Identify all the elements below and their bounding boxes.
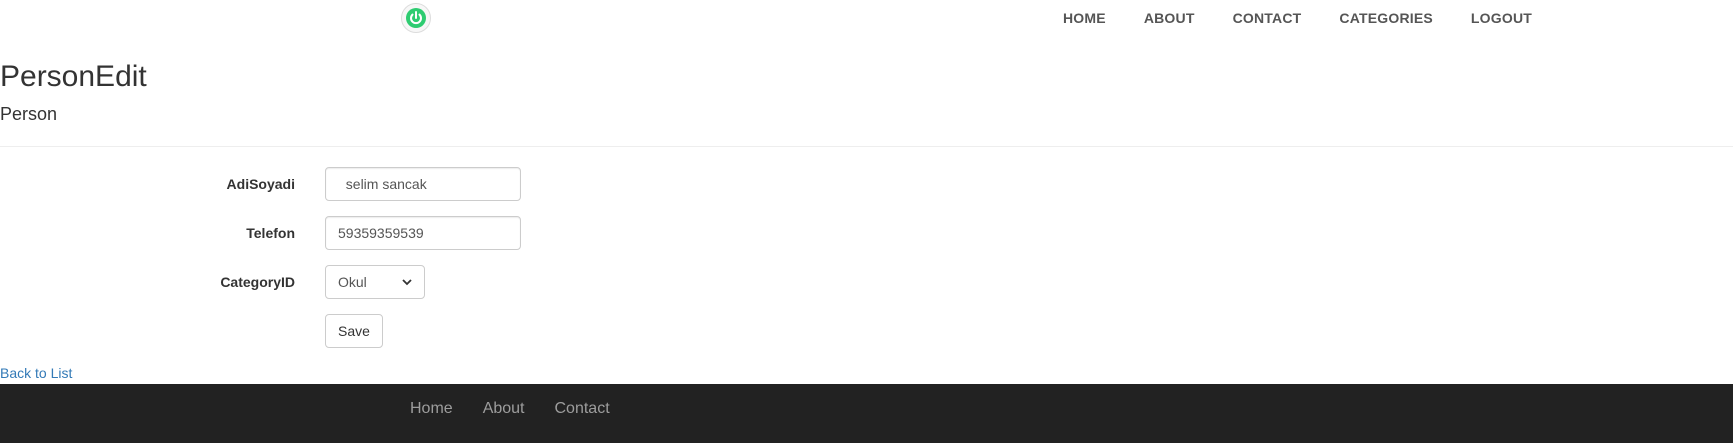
category-selected-value: Okul (338, 274, 367, 290)
footer-contact-link[interactable]: Contact (555, 400, 610, 418)
page-subtitle: Person (0, 104, 58, 124)
category-select[interactable]: Okul (325, 265, 425, 299)
nav-logout[interactable]: LOGOUT (1471, 10, 1532, 26)
footer-nav: Home About Contact (410, 384, 610, 434)
footer-about-link[interactable]: About (483, 400, 525, 418)
telefon-input[interactable] (325, 216, 521, 250)
nav-categories[interactable]: CATEGORIES (1339, 10, 1433, 26)
power-icon[interactable] (401, 3, 431, 33)
telefon-row: Telefon (0, 216, 700, 250)
back-to-list-link[interactable]: Back to List (0, 365, 72, 381)
header-divider (0, 146, 1733, 147)
category-row: CategoryID Okul (0, 265, 700, 299)
top-navbar: HOME ABOUT CONTACT CATEGORIES LOGOUT (0, 0, 1733, 36)
footer-home-link[interactable]: Home (410, 400, 453, 418)
main-nav: HOME ABOUT CONTACT CATEGORIES LOGOUT (1063, 0, 1532, 36)
adisoyadi-label: AdiSoyadi (226, 176, 295, 192)
adisoyadi-input[interactable] (325, 167, 521, 201)
nav-about[interactable]: ABOUT (1144, 10, 1195, 26)
nav-contact[interactable]: CONTACT (1233, 10, 1302, 26)
nav-home[interactable]: HOME (1063, 10, 1106, 26)
save-button[interactable]: Save (325, 314, 383, 348)
footer: Home About Contact (0, 384, 1733, 443)
page-title: PersonEdit (0, 60, 147, 93)
save-row: Save (0, 314, 700, 348)
adisoyadi-row: AdiSoyadi (0, 167, 700, 201)
chevron-down-icon (402, 279, 412, 286)
category-label: CategoryID (220, 274, 295, 290)
telefon-label: Telefon (246, 225, 295, 241)
